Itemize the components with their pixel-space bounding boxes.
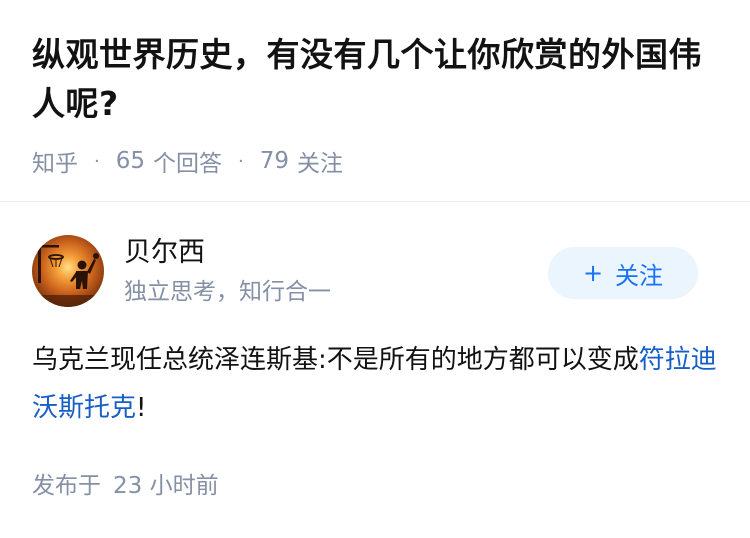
follow-count: 79 xyxy=(259,148,290,174)
follow-button-label: 关注 xyxy=(615,261,664,290)
answer-text-suffix: ! xyxy=(136,393,147,423)
question-header: 纵观世界历史，有没有几个让你欣赏的外国伟人呢? 知乎 · 65 个回答 · 79… xyxy=(32,30,722,178)
author-bio: 独立思考，知行合一 xyxy=(124,279,331,305)
answer-timestamp: 发布于 23 小时前 xyxy=(32,470,219,502)
avatar-image xyxy=(32,235,104,307)
divider xyxy=(0,201,750,202)
meta-separator: · xyxy=(238,150,244,172)
answer-count: 65 xyxy=(115,148,146,174)
published-time: 23 小时前 xyxy=(113,473,219,499)
avatar[interactable] xyxy=(32,235,104,307)
follow-button[interactable]: + 关注 xyxy=(548,247,698,299)
author-row: 贝尔西 独立思考，知行合一 + 关注 xyxy=(32,235,698,311)
author-name[interactable]: 贝尔西 xyxy=(124,235,205,271)
answer-content[interactable]: 乌克兰现任总统泽连斯基:不是所有的地方都可以变成符拉迪沃斯托克! xyxy=(32,336,718,432)
meta-separator: · xyxy=(94,150,100,172)
source-label[interactable]: 知乎 xyxy=(32,144,78,178)
answer-text: 乌克兰现任总统泽连斯基:不是所有的地方都可以变成 xyxy=(32,345,639,375)
answer-count-label[interactable]: 个回答 xyxy=(153,144,222,178)
question-title[interactable]: 纵观世界历史，有没有几个让你欣赏的外国伟人呢? xyxy=(32,30,722,128)
plus-icon: + xyxy=(582,259,604,287)
published-label: 发布于 xyxy=(32,473,101,499)
question-meta: 知乎 · 65 个回答 · 79 关注 xyxy=(32,144,722,178)
follow-count-label: 关注 xyxy=(297,151,344,177)
